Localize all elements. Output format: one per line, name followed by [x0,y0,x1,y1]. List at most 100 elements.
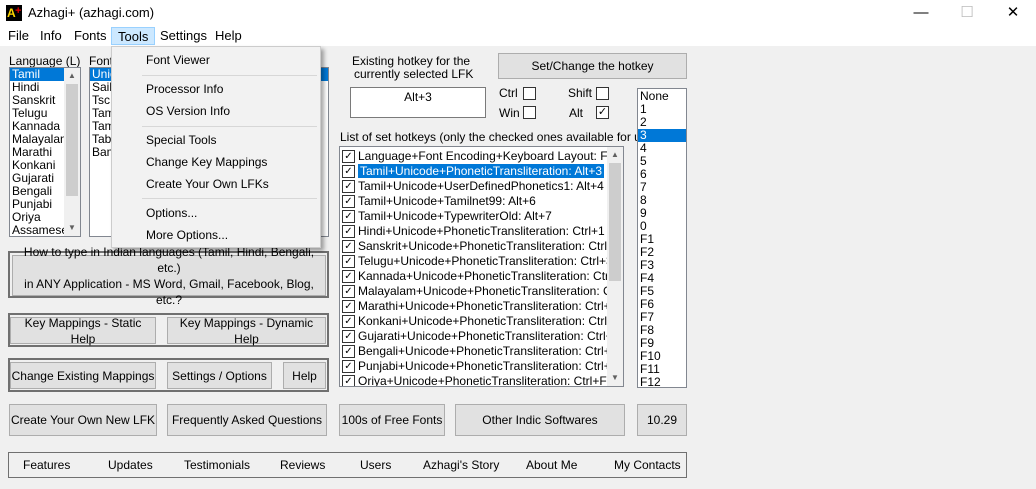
close-button[interactable]: ✕ [990,0,1036,26]
change-mappings-button[interactable]: Change Existing Mappings [10,362,156,389]
hotkey-row[interactable]: ✓ Tamil+Unicode+TypewriterOld: Alt+7 [340,209,623,224]
menu-tools[interactable]: Tools [111,27,156,45]
hotkey-checkbox[interactable]: ✓ [342,375,355,386]
menu-options[interactable]: Options... [146,206,197,220]
hotkey-label: Oriya+Unicode+PhoneticTransliteration: C… [358,374,620,387]
current-hotkey-display: Alt+3 [350,87,486,118]
footer-about[interactable]: About Me [526,458,577,472]
scroll-up-icon[interactable]: ▲ [607,147,623,163]
footer-updates[interactable]: Updates [108,458,153,472]
set-hotkey-button[interactable]: Set/Change the hotkey [498,53,687,79]
menu-fonts[interactable]: Fonts [68,27,113,45]
footer-users[interactable]: Users [360,458,391,472]
maximize-button[interactable]: ☐ [944,0,990,26]
footer-reviews[interactable]: Reviews [280,458,325,472]
footer-story[interactable]: Azhagi's Story [423,458,499,472]
menu-separator [142,126,317,127]
hotkey-row[interactable]: ✓ Sanskrit+Unicode+PhoneticTransliteratio… [340,239,623,254]
win-checkbox[interactable] [523,106,536,119]
hotkey-checkbox[interactable]: ✓ [342,270,355,283]
menu-processor-info[interactable]: Processor Info [146,82,223,96]
hotkey-checkbox[interactable]: ✓ [342,225,355,238]
hotkey-checkbox[interactable]: ✓ [342,210,355,223]
hotkey-checkbox[interactable]: ✓ [342,255,355,268]
hotkey-row[interactable]: ✓ Language+Font Encoding+Keyboard Layout:… [340,149,623,164]
hotkey-checkbox[interactable]: ✓ [342,315,355,328]
key-item[interactable]: F12 [638,376,686,388]
menu-file[interactable]: File [2,27,35,45]
hotkey-checkbox[interactable]: ✓ [342,165,355,178]
hotkey-checkbox[interactable]: ✓ [342,150,355,163]
hotkey-label: Punjabi+Unicode+PhoneticTransliteration:… [358,359,618,373]
hotkey-row[interactable]: ✓ Konkani+Unicode+PhoneticTransliteration… [340,314,623,329]
how-to-type-button[interactable]: How to type in Indian languages (Tamil, … [12,245,326,307]
hotkey-row[interactable]: ✓ Tamil+Unicode+UserDefinedPhonetics1: Al… [340,179,623,194]
menu-help[interactable]: Help [209,27,248,45]
hotkey-row[interactable]: ✓ Telugu+Unicode+PhoneticTransliteration:… [340,254,623,269]
hotkey-checkbox[interactable]: ✓ [342,345,355,358]
faq-button[interactable]: Frequently Asked Questions [167,404,327,436]
hotkey-label: Tamil+Unicode+TypewriterOld: Alt+7 [358,209,552,223]
menu-special-tools[interactable]: Special Tools [146,133,217,147]
ctrl-checkbox[interactable] [523,87,536,100]
hotkey-row[interactable]: ✓ Marathi+Unicode+PhoneticTransliteration… [340,299,623,314]
existing-hotkey-label-2: currently selected LFK [354,67,474,81]
font-label: Font [89,54,114,68]
hotkey-row[interactable]: ✓ Bengali+Unicode+PhoneticTransliteration… [340,344,623,359]
help-button[interactable]: Help [283,362,326,389]
menu-change-key-mappings[interactable]: Change Key Mappings [146,155,267,169]
hotkey-checkbox[interactable]: ✓ [342,330,355,343]
hotkey-checkbox[interactable]: ✓ [342,195,355,208]
scroll-down-icon[interactable]: ▼ [64,220,80,236]
menu-create-lfks[interactable]: Create Your Own LFKs [146,177,269,191]
hotkey-row[interactable]: ✓ Kannada+Unicode+PhoneticTransliteration… [340,269,623,284]
hotkey-checkbox[interactable]: ✓ [342,180,355,193]
hotkey-row[interactable]: ✓ Oriya+Unicode+PhoneticTransliteration: … [340,374,623,387]
hotkey-row[interactable]: ✓ Gujarati+Unicode+PhoneticTransliteratio… [340,329,623,344]
hotkey-scrollbar[interactable]: ▲ ▼ [607,147,623,386]
settings-options-button[interactable]: Settings / Options [167,362,272,389]
hotkey-list[interactable]: ✓ Language+Font Encoding+Keyboard Layout:… [339,146,624,387]
menu-settings[interactable]: Settings [154,27,213,45]
other-indic-button[interactable]: Other Indic Softwares [455,404,625,436]
footer-features[interactable]: Features [23,458,70,472]
shift-checkbox[interactable] [596,87,609,100]
free-fonts-button[interactable]: 100s of Free Fonts [339,404,445,436]
hotkey-label: Marathi+Unicode+PhoneticTransliteration:… [358,299,618,313]
key-list[interactable]: None 1 2 3 4 5 6 7 8 9 0 F1 F2 F3 F4 F5 F6 F7 F8 F9 F10 F11 F1… [637,88,687,388]
alt-checkbox[interactable]: ✓ [596,106,609,119]
hotkey-row[interactable]: ✓ Malayalam+Unicode+PhoneticTransliterati… [340,284,623,299]
version-button[interactable]: 10.29 [637,404,687,436]
scroll-up-icon[interactable]: ▲ [64,68,80,84]
footer-contacts[interactable]: My Contacts [614,458,681,472]
footer-testimonials[interactable]: Testimonials [184,458,250,472]
scroll-thumb[interactable] [66,84,78,196]
hotkey-label: Malayalam+Unicode+PhoneticTransliteratio… [358,284,624,298]
language-label: Language (L) [9,54,81,68]
scroll-down-icon[interactable]: ▼ [607,370,623,386]
hotkey-checkbox[interactable]: ✓ [342,360,355,373]
menu-os-version-info[interactable]: OS Version Info [146,104,230,118]
menu-font-viewer[interactable]: Font Viewer [146,53,210,67]
language-scrollbar[interactable]: ▲ ▼ [64,68,80,236]
hotkey-row[interactable]: ✓ Tamil+Unicode+Tamilnet99: Alt+6 [340,194,623,209]
language-list[interactable]: Tamil Hindi Sanskrit Telugu Kannada Malayalam… [9,67,81,237]
create-lfk-button[interactable]: Create Your Own New LFK [9,404,157,436]
hotkey-items: ✓ Language+Font Encoding+Keyboard Layout:… [340,147,623,387]
hotkey-row[interactable]: ✓ Tamil+Unicode+PhoneticTransliteration: … [340,164,623,179]
hotkey-row[interactable]: ✓ Punjabi+Unicode+PhoneticTransliteration… [340,359,623,374]
hotkey-checkbox[interactable]: ✓ [342,300,355,313]
how-to-line-2: in ANY Application - MS Word, Gmail, Fac… [24,276,314,307]
minimize-button[interactable]: — [898,0,944,26]
menu-more-options[interactable]: More Options... [146,228,228,242]
hotkey-row[interactable]: ✓ Hindi+Unicode+PhoneticTransliteration: … [340,224,623,239]
key-mappings-dynamic-button[interactable]: Key Mappings - Dynamic Help [167,316,326,346]
key-items: None 1 2 3 4 5 6 7 8 9 0 F1 F2 F3 F4 F5 F6 F7 F8 F9 F10 F11 F1… [638,89,686,388]
hotkey-checkbox[interactable]: ✓ [342,240,355,253]
hotkey-list-label: List of set hotkeys (only the checked on… [340,130,658,144]
key-mappings-static-button[interactable]: Key Mappings - Static Help [10,316,156,346]
scroll-thumb[interactable] [609,163,621,281]
menu-info[interactable]: Info [34,27,68,45]
hotkey-checkbox[interactable]: ✓ [342,285,355,298]
menu-separator [142,75,317,76]
